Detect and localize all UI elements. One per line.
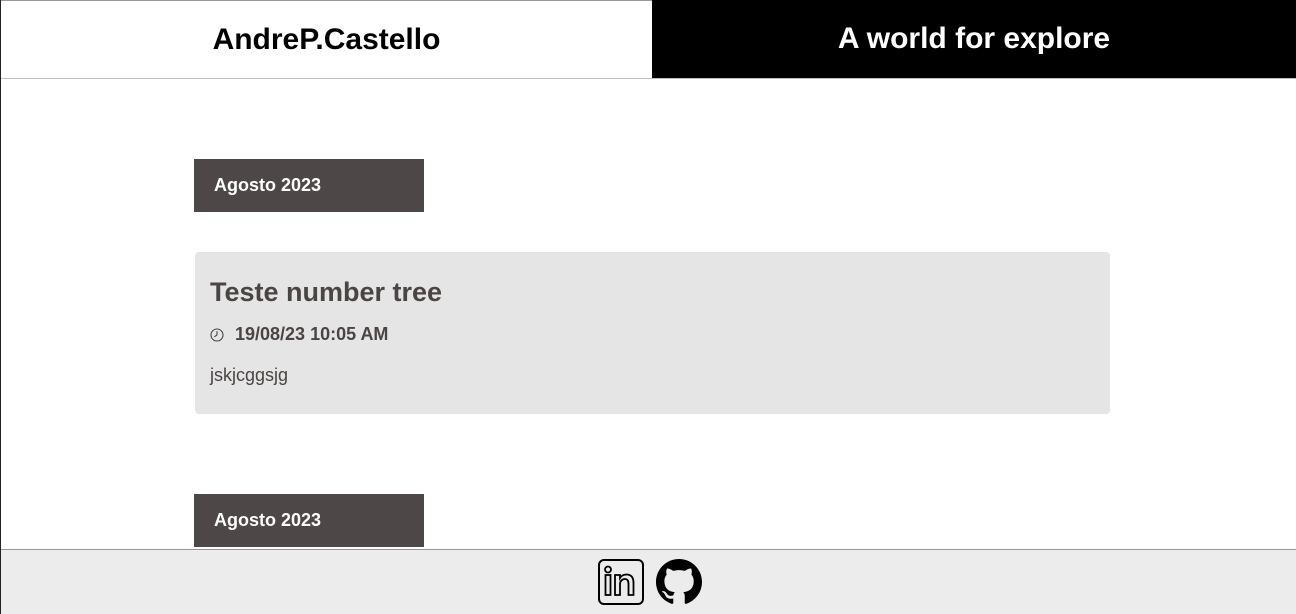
post-date-text: 19/08/23 10:05 AM (235, 324, 389, 344)
site-header: AndreP.Castello A world for explore (1, 0, 1296, 79)
post-card[interactable]: Teste number tree 19/08/23 10:05 AM jskj… (195, 252, 1110, 414)
month-badge: Agosto 2023 (194, 494, 424, 547)
posts-feed: Agosto 2023 Teste number tree 19/08/23 1… (1, 79, 1296, 549)
site-footer (1, 549, 1296, 614)
github-icon[interactable] (656, 559, 702, 605)
post-body: jskjcggsjg (210, 365, 289, 385)
site-tagline: A world for explore (652, 0, 1296, 78)
page: AndreP.Castello A world for explore Agos… (0, 0, 1296, 614)
brand-title[interactable]: AndreP.Castello (1, 0, 652, 78)
clock-icon (210, 327, 224, 342)
post-date: 19/08/23 10:05 AM (210, 324, 1095, 345)
linkedin-icon[interactable] (598, 559, 644, 605)
post-title[interactable]: Teste number tree (210, 276, 1095, 308)
month-badge: Agosto 2023 (194, 159, 424, 212)
